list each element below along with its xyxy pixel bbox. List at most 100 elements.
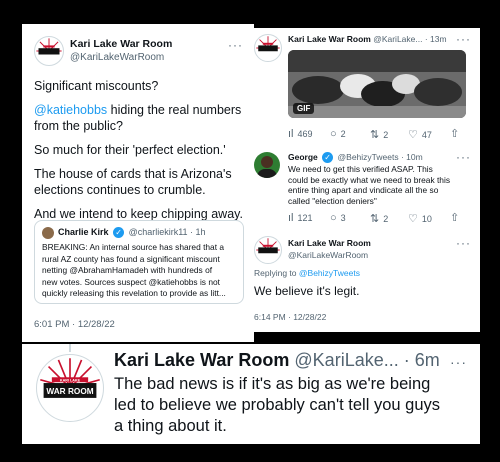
more-options-icon[interactable]: ··· [450,354,467,370]
tweet-line: led to believe we probably can't tell yo… [114,396,441,414]
george-tweet-header: George ✓ @BehizyTweets · 10m [288,152,423,164]
reply-timestamp[interactable]: 6:14 PM · 12/28/22 [254,312,326,322]
logo-main-text: WAR ROOM [46,387,93,396]
person-silhouette-icon [261,156,273,168]
left-tweet-timestamp[interactable]: 6:01 PM · 12/28/22 [34,319,115,330]
share-button[interactable]: ⇧ [450,127,463,140]
share-icon: ⇧ [450,212,460,224]
replying-to-label: Replying to [254,268,297,278]
like-count: 10 [421,214,432,224]
left-tweet-body: Significant miscounts? @katiehobbs hidin… [34,78,248,222]
retweet-button[interactable]: ⇅ 2 [370,212,388,225]
charlie-kirk-avatar [42,227,54,239]
replying-to-handle[interactable]: @BehizyTweets [299,268,360,278]
war-room-logo-icon: WAR ROOM KARI LAKE [37,355,103,421]
george-tweet-body: We need to get this verified ASAP. This … [288,164,476,206]
reply-text: We believe it's legit. [254,284,360,298]
tweet-line: @katiehobbs hiding the real numbers [34,102,248,118]
more-options-icon[interactable]: ··· [456,150,471,164]
quoted-tweet[interactable]: Charlie Kirk ✓ @charliekirk11 · 1h BREAK… [34,220,244,304]
logo-top-text: KARI LAKE [60,378,81,382]
share-button[interactable]: ⇧ [450,211,463,224]
author-handle[interactable]: @KariLakeWarRoom [288,250,368,260]
retweet-button[interactable]: ⇅ 2 [370,128,388,141]
war-room-avatar[interactable]: WAR ROOM KARI LAKE [36,354,104,422]
author-name[interactable]: Kari Lake War Room [288,34,371,44]
like-button[interactable]: ♡ 47 [408,128,432,141]
author-handle-time[interactable]: @KariLake... · 13m [373,34,446,44]
tweet-line-text: hiding the real numbers [110,103,242,117]
tweet-line: So much for their 'perfect election.' [34,143,226,157]
war-room-logo-icon [255,237,281,263]
author-handle-time[interactable]: @BehizyTweets · 10m [338,152,423,162]
thread-line [69,344,71,352]
views-icon: ıl [288,128,294,140]
retweet-count: 2 [383,214,389,224]
person-body-icon [257,169,277,178]
top-right-tweet-card[interactable]: Kari Lake War Room @KariLake... · 13m ··… [246,28,480,146]
tweet-line: The house of cards that is Arizona's [34,167,232,181]
views-stat[interactable]: ıl 469 [288,128,313,140]
reply-tweet-card[interactable]: Kari Lake War Room @KariLakeWarRoom ··· … [246,230,480,332]
author-name[interactable]: George [288,152,318,162]
share-icon: ⇧ [450,128,460,140]
replying-to: Replying to @BehizyTweets [254,268,360,278]
war-room-logo-icon [255,35,281,61]
like-button[interactable]: ♡ 10 [408,212,432,225]
tweet-line: The bad news is if it's as big as we're … [114,375,431,393]
war-room-avatar[interactable] [34,36,64,66]
quote-author-name: Charlie Kirk [58,227,109,237]
bottom-tweet-card[interactable]: WAR ROOM KARI LAKE Kari Lake War Room @K… [22,344,480,444]
reply-count: 2 [340,129,346,139]
heart-icon: ♡ [408,129,418,141]
views-count: 469 [297,129,313,139]
tweet-line: We need to get this verified ASAP. This [288,164,433,174]
quote-line: rural AZ county has found a significant … [42,253,220,264]
reply-icon: ○ [330,212,337,224]
bottom-tweet-header: Kari Lake War Room @KariLake... · 6m [114,350,440,371]
retweet-count: 2 [383,130,389,140]
war-room-avatar[interactable] [254,236,282,264]
quote-header: Charlie Kirk ✓ @charliekirk11 · 1h [58,227,206,239]
tweet-line: a thing about it. [114,417,227,435]
gif-badge: GIF [293,103,315,114]
tweet-line: entire thing apart and vindicate all the… [288,185,439,195]
more-options-icon[interactable]: ··· [456,32,471,46]
george-tweet-card[interactable]: George ✓ @BehizyTweets · 10m ··· We need… [246,146,480,230]
left-tweet-card[interactable]: Kari Lake War Room @KariLakeWarRoom ··· … [22,24,254,342]
author-handle-time[interactable]: @KariLake... · 6m [294,350,439,370]
tweet-line: Significant miscounts? [34,79,159,93]
quote-line: new votes. Sources suspect @katiehobbs i… [42,276,220,287]
reply-button[interactable]: ○ 2 [330,128,346,140]
author-name[interactable]: Kari Lake War Room [114,350,289,370]
reply-count: 3 [340,213,346,223]
tweet-line: could be exactly what we need to break t… [288,174,451,185]
war-room-avatar[interactable] [254,34,282,62]
quote-line: BREAKING: An internal source has shared … [42,242,225,252]
reply-icon: ○ [330,128,337,140]
views-stat[interactable]: ıl 121 [288,212,313,224]
tweet-line: elections continues to crumble. [34,183,206,197]
left-tweet-author-name[interactable]: Kari Lake War Room [70,38,172,50]
retweet-icon: ⇅ [370,129,380,141]
verified-badge-icon: ✓ [113,227,125,239]
mention-katiehobbs[interactable]: @katiehobbs [34,103,107,117]
author-name[interactable]: Kari Lake War Room [288,238,371,248]
left-tweet-author-handle[interactable]: @KariLakeWarRoom [70,52,164,63]
top-right-tweet-header: Kari Lake War Room @KariLake... · 13m [288,34,447,44]
quote-author-handle: @charliekirk11 · 1h [128,227,206,237]
heart-icon: ♡ [408,213,418,225]
quote-line: netting @AbrahamHamadeh with hundreds of [42,265,213,275]
war-room-logo-icon [35,37,63,65]
more-options-icon[interactable]: ··· [228,38,243,52]
gif-media[interactable]: GIF [288,50,466,118]
tweet-line: called "election deniers" [288,195,377,206]
views-icon: ıl [288,212,294,224]
george-avatar[interactable] [254,152,280,178]
views-count: 121 [297,213,313,223]
reply-button[interactable]: ○ 3 [330,212,346,224]
cattle-gif-image [288,50,466,118]
more-options-icon[interactable]: ··· [456,236,471,250]
quote-body: BREAKING: An internal source has shared … [42,242,242,300]
retweet-icon: ⇅ [370,213,380,225]
